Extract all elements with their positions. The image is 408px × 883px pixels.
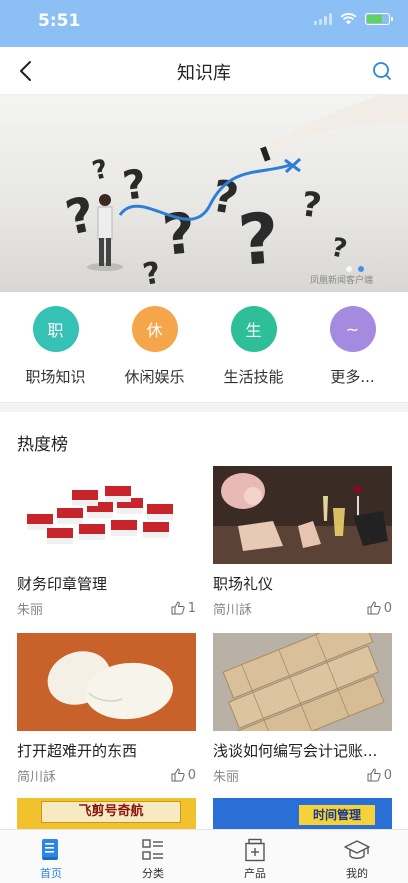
article-card[interactable]: 浅谈如何编写会计记账... 朱丽 0 <box>213 633 392 785</box>
book-cover-title: 时间管理 <box>299 805 375 825</box>
article-author: 朱丽 <box>213 769 240 785</box>
page-title: 知识库 <box>177 63 231 84</box>
category-life-skills[interactable]: 生 生活技能 <box>209 306 299 402</box>
tab-label: 产品 <box>244 867 266 880</box>
article-card[interactable]: 职场礼仪 简川訸 0 <box>213 466 392 618</box>
article-card[interactable]: 飞剪号奇航 <box>17 798 196 829</box>
svg-text:?: ? <box>160 201 199 269</box>
status-bar: 5:51 <box>0 0 408 47</box>
article-card[interactable]: 财务印章管理 朱丽 1 <box>17 466 196 618</box>
category-icon: 生 <box>230 306 277 352</box>
article-thumbnail: 飞剪号奇航 <box>17 798 196 829</box>
banner-watermark: 凤凰新闻客户端 <box>310 274 373 286</box>
tab-label: 我的 <box>346 867 368 880</box>
article-meta: 朱丽 0 <box>213 766 392 785</box>
article-author: 简川訸 <box>213 602 253 618</box>
svg-text:?: ? <box>120 161 149 210</box>
like-button[interactable]: 0 <box>171 768 196 783</box>
like-count: 0 <box>383 600 392 616</box>
article-meta: 简川訸 0 <box>213 599 392 618</box>
like-count: 0 <box>383 767 392 783</box>
article-author: 简川訸 <box>17 769 57 785</box>
article-title: 打开超难开的东西 <box>17 742 138 760</box>
section-title-hot: 热度榜 <box>17 435 68 455</box>
svg-text:?: ? <box>299 184 324 226</box>
tab-bar: 首页 分类 产品 我的 <box>0 829 408 883</box>
status-time: 5:51 <box>38 11 81 31</box>
category-label: 更多... <box>330 368 375 386</box>
thumbs-up-icon <box>367 768 381 782</box>
list-icon <box>142 839 163 860</box>
book-cover-title: 飞剪号奇航 <box>41 801 181 823</box>
battery-level <box>367 15 382 23</box>
like-button[interactable]: 1 <box>171 601 196 616</box>
category-icon: ~ <box>329 306 376 352</box>
like-count: 1 <box>187 600 196 616</box>
section-divider <box>0 402 408 412</box>
article-thumbnail: 时间管理 <box>213 798 392 829</box>
svg-text:?: ? <box>61 186 100 247</box>
article-meta: 简川訸 0 <box>17 766 196 785</box>
carousel-indicator <box>0 266 408 272</box>
category-label: 职场知识 <box>25 368 86 386</box>
article-title: 浅谈如何编写会计记账... <box>213 742 378 760</box>
article-title: 财务印章管理 <box>17 575 108 593</box>
article-meta: 朱丽 1 <box>17 599 196 618</box>
carousel-dot <box>346 266 352 272</box>
like-button[interactable]: 0 <box>367 768 392 783</box>
wifi-icon <box>340 13 357 25</box>
like-count: 0 <box>187 767 196 783</box>
category-icon: 职 <box>32 306 79 352</box>
article-thumbnail <box>17 633 196 731</box>
search-icon[interactable] <box>370 59 394 83</box>
tab-category[interactable]: 分类 <box>102 830 204 883</box>
svg-text:?: ? <box>329 233 350 265</box>
signal-icon <box>314 13 332 25</box>
book-icon <box>42 839 58 860</box>
product-icon <box>245 838 265 862</box>
article-title: 职场礼仪 <box>213 575 274 593</box>
tab-label: 分类 <box>142 867 164 880</box>
thumbs-up-icon <box>367 601 381 615</box>
category-label: 休闲娱乐 <box>124 368 185 386</box>
category-label: 生活技能 <box>223 368 284 386</box>
article-thumbnail <box>213 466 392 564</box>
nav-bar: 知识库 <box>0 47 408 95</box>
tab-mine[interactable]: 我的 <box>306 830 408 883</box>
thumbs-up-icon <box>171 768 185 782</box>
category-leisure[interactable]: 休 休闲娱乐 <box>110 306 200 402</box>
article-card[interactable]: 时间管理 <box>213 798 392 829</box>
category-icon: 休 <box>131 306 178 352</box>
banner-image: ? ? ? ? ? ? ? ? ? 凤凰新闻客户端 <box>61 95 408 292</box>
tab-product[interactable]: 产品 <box>204 830 306 883</box>
banner-carousel[interactable]: ? ? ? ? ? ? ? ? ? 凤凰新闻客户端 <box>0 95 408 292</box>
status-icons <box>314 13 393 25</box>
thumbs-up-icon <box>171 601 185 615</box>
category-shortcuts: 职 职场知识 休 休闲娱乐 生 生活技能 ~ 更多... <box>0 292 408 402</box>
article-card[interactable]: 打开超难开的东西 简川訸 0 <box>17 633 196 785</box>
tab-home[interactable]: 首页 <box>0 830 102 883</box>
svg-text:?: ? <box>140 255 163 292</box>
battery-icon <box>365 13 393 25</box>
article-thumbnail <box>213 633 392 731</box>
article-thumbnail <box>17 466 196 564</box>
svg-text:?: ? <box>89 154 111 187</box>
carousel-dot-active <box>358 266 364 272</box>
article-author: 朱丽 <box>17 602 44 618</box>
tab-label: 首页 <box>40 867 62 880</box>
like-button[interactable]: 0 <box>367 601 392 616</box>
category-more[interactable]: ~ 更多... <box>308 306 398 402</box>
category-workplace[interactable]: 职 职场知识 <box>11 306 101 402</box>
graduation-cap-icon <box>344 840 370 859</box>
